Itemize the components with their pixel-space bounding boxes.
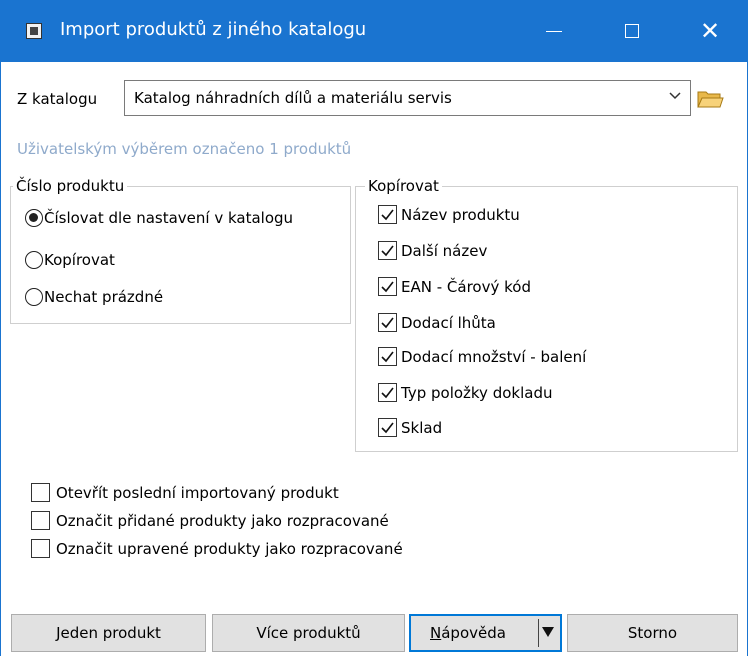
- checkbox-label: Dodací množství - balení: [401, 348, 587, 366]
- source-catalog-label: Z katalogu: [17, 90, 98, 108]
- help-split-button[interactable]: Nápověda: [409, 614, 562, 652]
- selection-info: Uživatelským výběrem označeno 1 produktů: [17, 140, 352, 158]
- radio-label: Nechat prázdné: [44, 288, 164, 306]
- radio-number-by-catalog[interactable]: [25, 209, 43, 227]
- folder-icon: [697, 91, 724, 108]
- checkbox-mark-added-in-progress[interactable]: [31, 511, 50, 530]
- radio-label: Kopírovat: [44, 251, 115, 269]
- help-label: ápověda: [441, 624, 506, 642]
- checkbox-ean[interactable]: [378, 277, 397, 296]
- copy-group-title: Kopírovat: [365, 177, 442, 195]
- help-accesskey: N: [430, 624, 442, 642]
- checkbox-label: Dodací lhůta: [401, 314, 496, 332]
- checkbox-warehouse[interactable]: [378, 418, 397, 437]
- checkbox-label: Název produktu: [401, 206, 520, 224]
- multiple-products-button[interactable]: Více produktů: [212, 614, 405, 652]
- split-separator: [538, 619, 539, 647]
- close-icon: ✕: [699, 17, 721, 45]
- checkbox-open-last-imported[interactable]: [31, 483, 50, 502]
- checkbox-delivery-quantity[interactable]: [378, 347, 397, 366]
- checkbox-label: Sklad: [401, 419, 443, 437]
- checkbox-label: Otevřít poslední importovaný produkt: [56, 484, 339, 502]
- app-icon: [26, 23, 42, 39]
- checkbox-document-item-type[interactable]: [378, 383, 397, 402]
- checkbox-product-name[interactable]: [378, 205, 397, 224]
- single-product-button[interactable]: Jeden produkt: [11, 614, 206, 652]
- maximize-button[interactable]: [612, 13, 652, 49]
- dropdown-arrow-icon[interactable]: [542, 627, 554, 637]
- source-catalog-select[interactable]: Katalog náhradních dílů a materiálu serv…: [124, 80, 691, 116]
- browse-catalog-button[interactable]: [695, 86, 725, 112]
- close-button[interactable]: ✕: [690, 13, 730, 49]
- source-catalog-value: Katalog náhradních dílů a materiálu serv…: [134, 89, 452, 107]
- checkbox-label: Další název: [401, 242, 488, 260]
- checkbox-delivery-time[interactable]: [378, 313, 397, 332]
- minimize-icon: [546, 31, 562, 32]
- radio-empty-number[interactable]: [25, 288, 43, 306]
- radio-label: Číslovat dle nastavení v katalogu: [44, 209, 294, 227]
- checkbox-label: EAN - Čárový kód: [401, 278, 531, 296]
- minimize-button[interactable]: [534, 13, 574, 49]
- checkbox-other-name[interactable]: [378, 241, 397, 260]
- chevron-down-icon[interactable]: [668, 88, 682, 106]
- checkbox-label: Typ položky dokladu: [401, 384, 553, 402]
- title-bar: Import produktů z jiného katalogu ✕: [0, 0, 748, 62]
- product-number-group-title: Číslo produktu: [13, 177, 128, 195]
- maximize-icon: [625, 24, 639, 38]
- checkbox-label: Označit upravené produkty jako rozpracov…: [56, 540, 403, 558]
- window-title: Import produktů z jiného katalogu: [60, 19, 367, 40]
- cancel-button[interactable]: Storno: [567, 614, 738, 652]
- checkbox-label: Označit přidané produkty jako rozpracova…: [56, 512, 389, 530]
- radio-copy-number[interactable]: [25, 251, 43, 269]
- checkbox-mark-updated-in-progress[interactable]: [31, 539, 50, 558]
